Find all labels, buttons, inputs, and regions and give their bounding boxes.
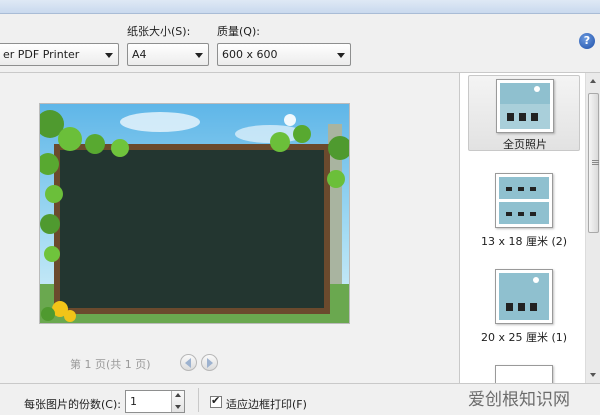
- layout-item-label: 13 x 18 厘米 (2): [480, 235, 568, 248]
- arrow-left-icon: [185, 358, 191, 368]
- scroll-up-icon[interactable]: [590, 79, 596, 83]
- layout-item-label: 全页照片: [503, 138, 547, 151]
- page-info: 第 1 页(共 1 页): [70, 358, 151, 371]
- one-up-thumb: [499, 273, 549, 320]
- fit-to-frame-checkbox[interactable]: ✔: [210, 394, 222, 408]
- layout-item-full-page[interactable]: 全页照片: [468, 75, 580, 151]
- fit-to-frame-label[interactable]: 适应边框打印(F): [226, 396, 307, 412]
- copies-value: 1: [130, 395, 137, 408]
- chevron-down-icon: [105, 53, 113, 58]
- help-glyph: ?: [583, 34, 591, 47]
- layout-scrollbar[interactable]: [585, 73, 600, 383]
- paper-size-label: 纸张大小(S):: [127, 25, 191, 38]
- printer-select[interactable]: er PDF Printer: [0, 43, 119, 66]
- two-up-thumb: [499, 177, 549, 224]
- stepper-up-icon[interactable]: [175, 393, 181, 397]
- arrow-right-icon: [207, 358, 213, 368]
- copies-stepper[interactable]: 1: [125, 390, 185, 413]
- stepper-down-icon[interactable]: [175, 405, 181, 409]
- scroll-thumb[interactable]: [588, 93, 599, 233]
- layout-item-label: 20 x 25 厘米 (1): [480, 331, 568, 344]
- blackboard-photo: [40, 104, 349, 323]
- layout-item-20x25[interactable]: 20 x 25 厘米 (1): [468, 267, 580, 347]
- window-top-strip: [0, 0, 600, 14]
- layout-thumbnail: [495, 365, 553, 383]
- layout-item-13x18[interactable]: 13 x 18 厘米 (2): [468, 171, 580, 251]
- layout-list: 全页照片 13 x 18 厘米 (2) 20 x 25 厘米 (1): [459, 73, 600, 383]
- paper-size-value: A4: [132, 48, 147, 61]
- watermark-text: 爱创根知识网: [468, 390, 570, 410]
- photo-preview: [39, 103, 350, 324]
- paper-size-select[interactable]: A4: [127, 43, 209, 66]
- copies-label: 每张图片的份数(C):: [24, 398, 121, 411]
- bottom-divider: [198, 388, 199, 412]
- printer-select-value: er PDF Printer: [3, 48, 80, 61]
- layout-thumbnail: [495, 173, 553, 228]
- layout-thumbnail: [496, 79, 554, 133]
- grip-icon: [592, 160, 599, 161]
- prev-page-button[interactable]: [180, 354, 197, 371]
- stepper-buttons[interactable]: [171, 391, 184, 412]
- quality-label: 质量(Q):: [217, 25, 260, 38]
- next-page-button[interactable]: [201, 354, 218, 371]
- layout-thumbnail: [495, 269, 553, 324]
- chevron-down-icon: [337, 53, 345, 58]
- full-page-thumb: [500, 83, 550, 129]
- help-icon[interactable]: ?: [579, 33, 595, 49]
- quality-value: 600 x 600: [222, 48, 278, 61]
- check-icon: ✔: [211, 394, 221, 407]
- quality-select[interactable]: 600 x 600: [217, 43, 351, 66]
- scroll-down-icon[interactable]: [590, 373, 596, 377]
- chevron-down-icon: [195, 53, 203, 58]
- layout-item-partial[interactable]: [468, 363, 580, 383]
